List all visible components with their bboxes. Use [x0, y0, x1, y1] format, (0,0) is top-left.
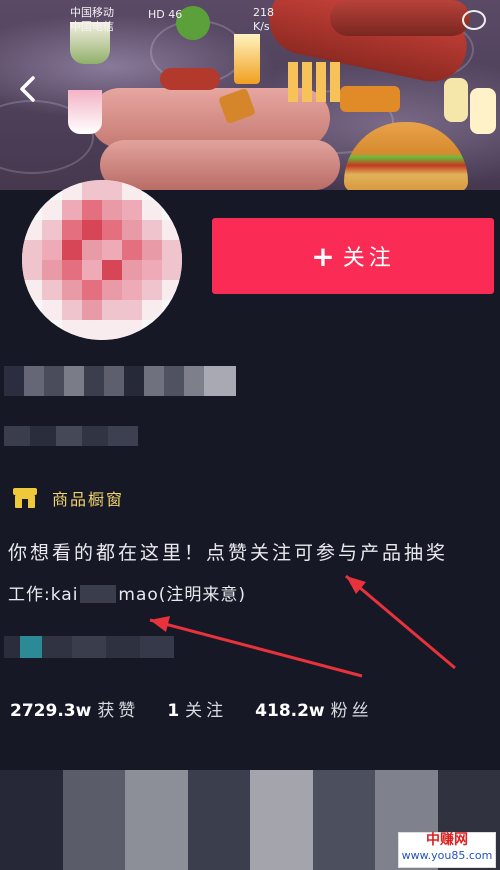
- status-bar: 中国移动 中国电信 HD 46 218 K/s: [0, 0, 500, 36]
- shop-window-entry[interactable]: 商品橱窗: [12, 484, 124, 512]
- annotation-arrow: [149, 618, 363, 678]
- following-count[interactable]: 1: [167, 701, 179, 721]
- likes-label: 获赞: [97, 701, 140, 721]
- dessert-cup-image: [68, 90, 102, 134]
- watermark-url: www.you85.com: [401, 849, 493, 862]
- bio-contact-prefix: 工作:kai: [8, 585, 79, 605]
- ice-cream-image: [444, 78, 468, 122]
- network-speed: 218 K/s: [253, 6, 274, 34]
- juice-image: [234, 34, 260, 84]
- annotation-arrow: [346, 576, 366, 594]
- nickname-blurred: [4, 366, 236, 396]
- following-label[interactable]: 关注: [185, 696, 227, 721]
- carrier-label: 中国移动: [70, 6, 114, 19]
- chevron-left-icon: [20, 76, 35, 102]
- alarm-icon: [462, 10, 486, 30]
- carrier-label: 中国电信: [70, 20, 114, 33]
- fans-count[interactable]: 418.2w: [255, 701, 324, 721]
- user-id-blurred: [4, 426, 138, 446]
- carrier-info: 中国移动 中国电信: [70, 6, 114, 34]
- profile-cover-image: 中国移动 中国电信 HD 46 218 K/s: [0, 0, 500, 190]
- speed-unit: K/s: [253, 20, 270, 33]
- bio-contact-suffix: mao(注明来意): [118, 585, 247, 605]
- back-button[interactable]: [12, 72, 42, 106]
- follow-button[interactable]: + 关注: [212, 218, 494, 294]
- store-icon: [13, 488, 37, 508]
- annotation-arrow: [345, 574, 456, 670]
- avatar[interactable]: [22, 180, 182, 340]
- bio-contact-line: 工作:kai mao(注明来意): [8, 580, 246, 605]
- profile-stats: 2729.3w 获赞 1 关注 418.2w 粉丝: [10, 696, 401, 721]
- drinks-image: [288, 62, 344, 102]
- fried-chicken-image: [340, 86, 400, 112]
- contact-id-blurred: [80, 585, 117, 603]
- site-watermark: 中赚网 www.you85.com: [398, 832, 496, 868]
- bio-line: 你想看的都在这里！点赞关注可参与产品抽奖: [8, 542, 449, 564]
- ice-cream-image: [470, 88, 496, 134]
- sausage-image: [100, 140, 340, 190]
- tags-blurred: [4, 636, 174, 658]
- sausage-image: [160, 68, 220, 90]
- annotation-arrow: [150, 616, 170, 632]
- likes-count: 2729.3w: [10, 701, 92, 721]
- speed-value: 218: [253, 6, 274, 19]
- shop-window-label: 商品橱窗: [52, 490, 125, 509]
- watermark-brand: 中赚网: [426, 832, 468, 848]
- network-indicator: HD 46: [148, 8, 183, 21]
- follow-button-label: 关注: [342, 246, 395, 271]
- plus-icon: +: [311, 239, 335, 273]
- fans-label[interactable]: 粉丝: [331, 696, 373, 721]
